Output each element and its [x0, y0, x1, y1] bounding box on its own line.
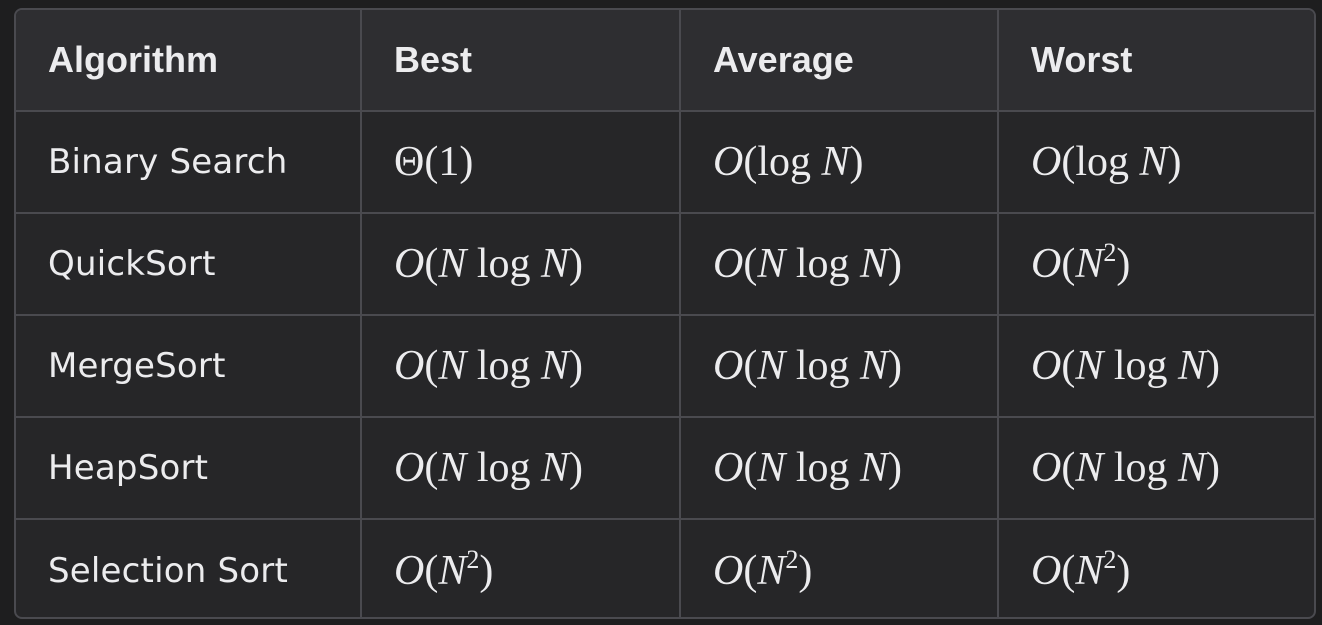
table-body: Binary Search Θ(1) O(log N) O(log N) QuickSo… — [16, 111, 1314, 617]
table-row: HeapSort O(N log N) O(N log N) O(N log N) — [16, 417, 1314, 520]
header-worst: Worst — [998, 10, 1314, 112]
table-row: QuickSort O(N log N) O(N log N) O(N2) — [16, 213, 1314, 316]
cell-algorithm: Selection Sort — [16, 519, 362, 617]
cell-average: O(N2) — [680, 519, 999, 617]
cell-best: O(N log N) — [361, 213, 681, 316]
cell-best: Θ(1) — [361, 111, 681, 214]
cell-average: O(N log N) — [680, 417, 999, 520]
table-row: Binary Search Θ(1) O(log N) O(log N) — [16, 111, 1314, 214]
cell-average: O(N log N) — [680, 213, 999, 316]
cell-algorithm: MergeSort — [16, 315, 362, 418]
header-algorithm: Algorithm — [16, 10, 362, 112]
header-average: Average — [680, 10, 999, 112]
cell-worst: O(N2) — [1031, 544, 1131, 594]
header-best: Best — [361, 10, 681, 112]
cell-average: O(N log N) — [680, 315, 999, 418]
cell-algorithm: QuickSort — [16, 213, 362, 316]
table-row: MergeSort O(N log N) O(N log N) O(N log N) — [16, 315, 1314, 418]
cell-best: O(N log N) — [361, 315, 681, 418]
table-row: Selection Sort O(N2) O(N2) O(N2) — [16, 519, 1314, 617]
table-header-row: Algorithm Best Average Worst — [16, 10, 1314, 112]
complexity-table: Algorithm Best Average Worst Binary Sear… — [16, 10, 1314, 617]
complexity-table-container: Algorithm Best Average Worst Binary Sear… — [14, 8, 1316, 619]
cell-average: O(log N) — [680, 111, 999, 214]
cell-best: O(N2) — [361, 519, 681, 617]
cell-worst: O(N log N) — [998, 417, 1314, 520]
cell-best: O(N log N) — [361, 417, 681, 520]
cell-worst: O(N2) — [998, 213, 1314, 316]
cell-algorithm: HeapSort — [16, 417, 362, 520]
cell-worst: O(N log N) — [998, 315, 1314, 418]
cell-algorithm: Binary Search — [16, 111, 362, 214]
cell-worst: O(log N) — [998, 111, 1314, 214]
